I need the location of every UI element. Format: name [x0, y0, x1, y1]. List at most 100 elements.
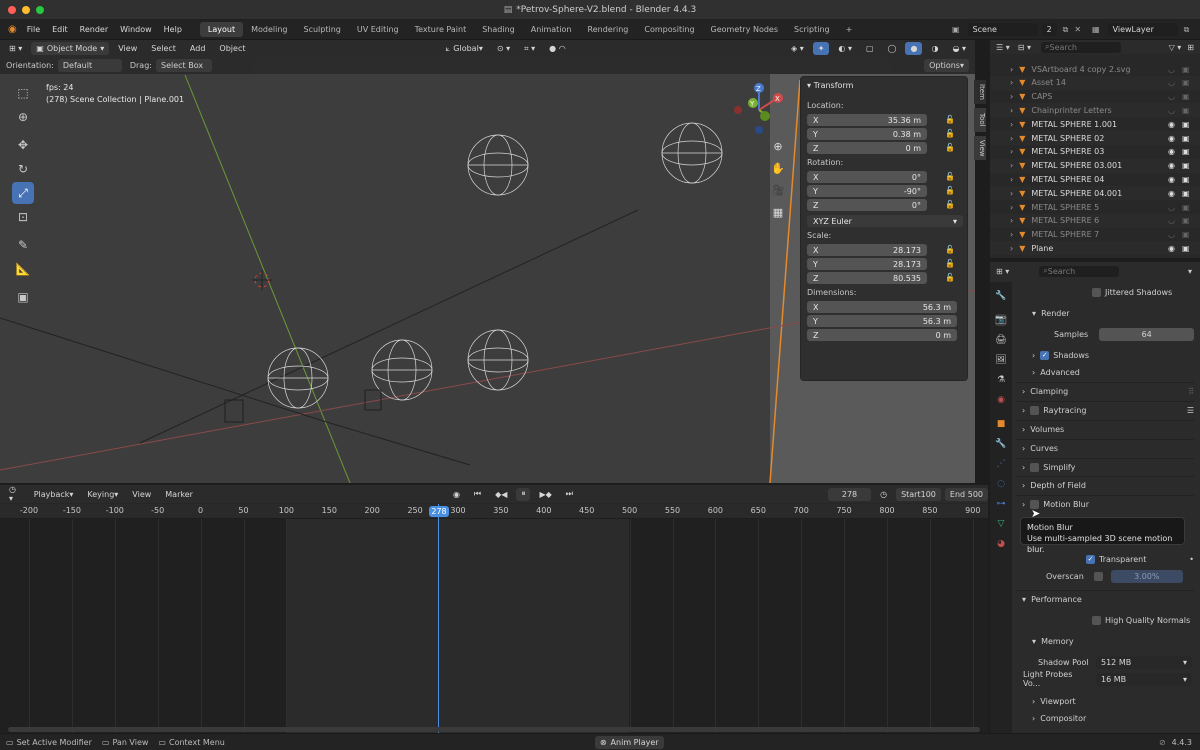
overscan-field[interactable]: 3.00% — [1110, 569, 1183, 583]
shading-solid-icon[interactable]: ● — [905, 42, 923, 55]
select-box-tool-icon[interactable]: ⬚ — [12, 82, 34, 104]
overscan-checkbox[interactable] — [1093, 571, 1103, 581]
rotation-z-field[interactable]: Z 0° — [807, 199, 927, 211]
cursor-tool-icon[interactable]: ⊕ — [12, 106, 34, 128]
orientation-dropdown[interactable]: Default — [57, 59, 122, 72]
samples-field[interactable]: 64 — [1099, 327, 1194, 341]
physics-tab-icon[interactable]: ◌ — [995, 478, 1007, 490]
shading-material-icon[interactable]: ◑ — [926, 42, 943, 55]
scale-tool-icon[interactable]: ⤢ — [12, 182, 34, 204]
end-frame-field[interactable]: End 500 — [944, 487, 988, 501]
sidebar-tab-view[interactable]: View — [974, 136, 986, 160]
eye-icon[interactable]: ◡ — [1168, 92, 1175, 101]
visibility-icon[interactable]: ◈ ▾ — [786, 42, 809, 55]
xray-icon[interactable]: ▢ — [861, 42, 879, 55]
output-tab-icon[interactable]: 🖨 — [995, 334, 1007, 346]
render-subpanel-header[interactable]: ▾ Render — [1016, 304, 1194, 322]
location-z-field[interactable]: Z 0 m — [807, 142, 927, 154]
lock-icon[interactable]: 🔓 — [945, 259, 955, 268]
timeline-scrollbar[interactable] — [8, 727, 980, 732]
camera-render-icon[interactable]: ▣ — [1182, 216, 1190, 225]
timeline-ruler[interactable]: -200 -150 -100 -50 0 50 100 150 200 250 300 350 400 4… — [0, 504, 988, 519]
lock-icon[interactable]: 🔓 — [945, 186, 955, 195]
outliner-row[interactable]: › ▼ Asset 14 ◡ ▣ — [990, 75, 1200, 90]
eye-icon[interactable]: ◉ — [1168, 244, 1175, 253]
outliner-row[interactable]: › ▼ METAL SPHERE 1.001 ◉ ▣ — [990, 117, 1200, 131]
eye-icon[interactable]: ◉ — [1168, 161, 1175, 170]
outliner-row[interactable]: › ▼ METAL SPHERE 02 ◉ ▣ — [990, 131, 1200, 145]
timeline-view-menu[interactable]: View — [127, 488, 156, 501]
world-tab-icon[interactable]: ◉ — [995, 394, 1007, 406]
eye-icon[interactable]: ◡ — [1168, 216, 1175, 225]
tab-texture-paint[interactable]: Texture Paint — [407, 22, 475, 37]
drag-handle-icon[interactable]: ⠿ — [1188, 387, 1194, 396]
camera-render-icon[interactable]: ▣ — [1182, 189, 1190, 198]
menu-edit[interactable]: Edit — [46, 25, 74, 34]
tab-layout[interactable]: Layout — [199, 22, 244, 37]
camera-render-icon[interactable]: ▣ — [1182, 175, 1190, 184]
eye-icon[interactable]: ◡ — [1168, 203, 1175, 212]
rotate-tool-icon[interactable]: ↻ — [12, 158, 34, 180]
camera-render-icon[interactable]: ▣ — [1182, 106, 1190, 115]
overlay-icon[interactable]: ◐ ▾ — [833, 42, 857, 55]
camera-render-icon[interactable]: ▣ — [1182, 120, 1190, 129]
compositor-subpanel-header[interactable]: › Compositor — [1016, 709, 1194, 727]
zoom-window-button[interactable] — [36, 6, 44, 14]
outliner-row[interactable]: › ▼ METAL SPHERE 6 ◡ ▣ — [990, 213, 1200, 228]
outliner-search-input[interactable]: ⌕ Search — [1041, 41, 1121, 53]
clock-icon[interactable]: ◷ — [875, 488, 892, 501]
scene-name-field[interactable]: Scene — [967, 23, 1038, 36]
anim-player-button[interactable]: ⊗ Anim Player — [594, 735, 664, 749]
chevron-down-icon[interactable]: ▾ — [1188, 267, 1192, 276]
menu-add[interactable]: Add — [185, 42, 211, 55]
clamping-panel-header[interactable]: › Clamping ⠿ — [1016, 382, 1194, 400]
wire-spheres[interactable] — [267, 122, 723, 409]
camera-render-icon[interactable]: ▣ — [1182, 244, 1190, 253]
outliner-row[interactable]: › ▼ METAL SPHERE 03.001 ◉ ▣ — [990, 158, 1200, 173]
eye-icon[interactable]: ◉ — [1168, 147, 1175, 156]
menu-help[interactable]: Help — [158, 25, 188, 34]
dimensions-z-field[interactable]: Z 0 m — [807, 329, 957, 341]
jump-keyframe-back-icon[interactable]: ◆◀ — [490, 488, 512, 501]
3d-cursor[interactable] — [252, 270, 272, 290]
chevron-right-icon[interactable]: › — [1010, 175, 1013, 184]
proportional-edit-icon[interactable]: ● ◠ — [544, 42, 571, 55]
dimensions-x-field[interactable]: X 56.3 m — [807, 301, 957, 313]
camera-render-icon[interactable]: ▣ — [1182, 161, 1190, 170]
lock-icon[interactable]: 🔓 — [945, 172, 955, 181]
camera-render-icon[interactable]: ▣ — [1182, 65, 1190, 74]
shadows-checkbox[interactable]: ✓ — [1040, 350, 1050, 360]
motion-blur-panel-header[interactable]: › Motion Blur — [1016, 495, 1194, 513]
location-y-field[interactable]: Y 0.38 m — [807, 128, 927, 140]
lock-icon[interactable]: 🔓 — [945, 143, 955, 152]
tab-modeling[interactable]: Modeling — [243, 22, 295, 37]
camera-render-icon[interactable]: ▣ — [1182, 78, 1190, 87]
lock-icon[interactable]: 🔓 — [945, 245, 955, 254]
pause-icon[interactable]: ⏸ — [516, 487, 531, 501]
minimize-window-button[interactable] — [22, 6, 30, 14]
chevron-right-icon[interactable]: › — [1010, 230, 1013, 239]
rotation-y-field[interactable]: Y -90° — [807, 185, 927, 197]
menu-window[interactable]: Window — [114, 25, 158, 34]
constraints-tab-icon[interactable]: ⊶ — [995, 498, 1007, 510]
outliner-row[interactable]: › ▼ METAL SPHERE 7 ◡ ▣ — [990, 228, 1200, 242]
list-icon[interactable]: ☰ — [1187, 406, 1194, 415]
eye-icon[interactable]: ◉ — [1168, 120, 1175, 129]
performance-panel-header[interactable]: ▾ Performance — [1016, 590, 1194, 608]
depth-of-field-panel-header[interactable]: › Depth of Field — [1016, 476, 1194, 494]
shading-rendered-icon[interactable]: ◒ ▾ — [947, 42, 971, 55]
memory-subpanel-header[interactable]: ▾ Memory — [1016, 632, 1194, 650]
outliner[interactable]: ☰ ▾ ⊟ ▾ ⌕ Search ▽ ▾ ⊞ › ▼ VSArtboard 4 co… — [990, 40, 1200, 258]
tab-rendering[interactable]: Rendering — [580, 22, 637, 37]
properties-search-input[interactable]: ⌕ Search — [1039, 265, 1120, 277]
tool-tab-icon[interactable]: 🔧 — [995, 290, 1007, 302]
eye-icon[interactable]: ◡ — [1168, 106, 1175, 115]
rotation-mode-dropdown[interactable]: XYZ Euler ▾ — [807, 215, 963, 227]
chevron-right-icon[interactable]: › — [1010, 134, 1013, 143]
outliner-row[interactable]: › ▼ METAL SPHERE 03 ◉ ▣ — [990, 145, 1200, 159]
scene-tab-icon[interactable]: ⚗ — [995, 374, 1007, 386]
outliner-row[interactable]: › ▼ Chainprinter Letters ◡ ▣ — [990, 103, 1200, 118]
tab-animation[interactable]: Animation — [523, 22, 580, 37]
volumes-panel-header[interactable]: › Volumes — [1016, 420, 1194, 438]
current-frame-field[interactable]: 278 — [827, 487, 872, 501]
